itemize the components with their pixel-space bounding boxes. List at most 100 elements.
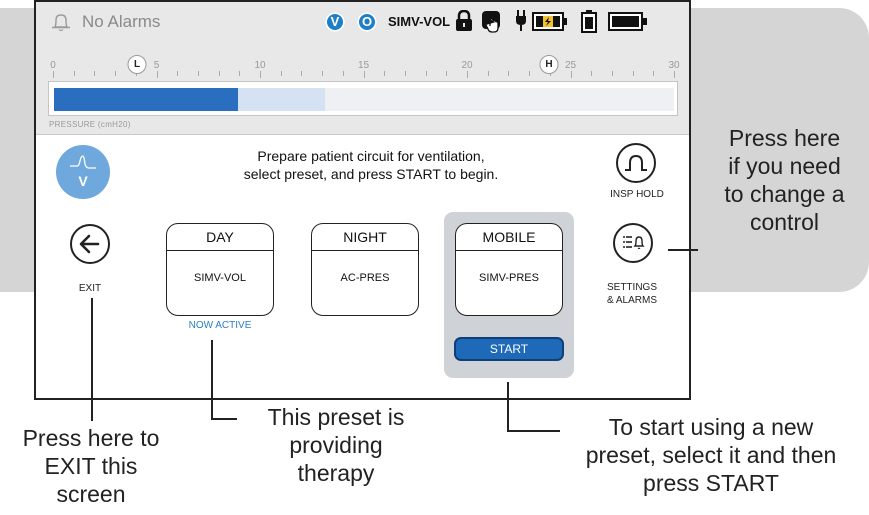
breath-wave-icon: [70, 155, 96, 169]
instruction-text: Prepare patient circuit for ventilation,…: [186, 147, 556, 183]
callout-start-line-1: To start using a new: [608, 414, 814, 440]
lock-icon[interactable]: [455, 10, 473, 32]
callout-active-preset: This preset is providing therapy: [236, 403, 436, 487]
gauge-tick: [425, 71, 427, 76]
settings-alarms-icon: [623, 236, 645, 250]
low-limit-marker[interactable]: L: [127, 55, 147, 74]
callout-exit: Press here to EXIT this screen: [0, 424, 182, 508]
insp-hold-label: INSP HOLD: [610, 189, 664, 200]
gauge-tick-label: 5: [153, 60, 160, 71]
gauge-tick-label: 0: [50, 60, 56, 71]
ventilator-screen: No Alarms V O SIMV-VOL 0 5 10 15 20 25 3…: [34, 0, 691, 400]
gauge-tick: [591, 71, 593, 76]
gauge-tick: [570, 71, 572, 78]
callout-exit-line-1: Press here to: [22, 425, 160, 451]
gauge-tick: [322, 71, 324, 76]
pressure-bar-track: [54, 88, 674, 111]
callout-preset-line-2: providing: [289, 432, 383, 458]
gauge-tick: [239, 71, 241, 76]
preset-night-mode: AC-PRES: [340, 272, 390, 284]
settings-alarms-label: SETTINGS & ALARMS: [592, 281, 672, 307]
callout-start-line-2: preset, select it and then: [585, 442, 837, 468]
gauge-tick-label: 30: [668, 60, 680, 71]
gauge-tick: [653, 71, 655, 76]
preset-night-card[interactable]: NIGHT AC-PRES: [311, 223, 419, 316]
plug-icon: [516, 10, 526, 31]
settings-label-line-1: SETTINGS: [606, 282, 657, 293]
oxygen-badge: O: [357, 12, 377, 32]
callout-line-preset-v: [211, 340, 213, 420]
callout-control-line-1: Press here: [728, 125, 841, 151]
charging-battery-icon: [532, 12, 567, 31]
callout-line-control: [668, 249, 698, 251]
callout-change-control: Press here if you need to change a contr…: [700, 124, 869, 236]
callout-line-start-v: [507, 382, 509, 432]
gauge-tick: [218, 71, 220, 76]
exit-label: EXIT: [78, 283, 102, 294]
callout-line-exit: [91, 298, 93, 421]
gauge-tick: [446, 71, 448, 76]
preset-mobile-card[interactable]: MOBILE SIMV-PRES: [455, 223, 563, 316]
ventilation-indicator: V: [56, 145, 110, 199]
callout-line-preset-h: [211, 418, 237, 420]
callout-control-line-2: if you need: [728, 153, 841, 179]
gauge-tick: [467, 71, 468, 78]
gauge-tick: [632, 71, 634, 76]
touch-screen-icon[interactable]: [481, 10, 505, 34]
callout-control-line-4: control: [749, 209, 820, 235]
high-limit-marker[interactable]: H: [539, 55, 559, 74]
bell-icon: [52, 14, 70, 32]
settings-label-line-2: & ALARMS: [606, 295, 658, 306]
gauge-tick: [508, 71, 510, 76]
gauge-tick: [73, 71, 75, 76]
gauge-tick: [260, 71, 261, 78]
preset-day-card[interactable]: DAY SIMV-VOL: [166, 223, 274, 316]
gauge-tick-label: 20: [461, 60, 473, 71]
preset-night-name: NIGHT: [312, 224, 418, 251]
pressure-bar: [48, 81, 678, 116]
preset-mobile-name: MOBILE: [456, 224, 562, 251]
exit-button[interactable]: [70, 224, 110, 264]
instruction-line-2: select preset, and press START to begin.: [243, 166, 499, 182]
gauge-tick-label: 25: [564, 60, 577, 71]
now-active-label: NOW ACTIVE: [188, 320, 252, 331]
gauge-tick: [529, 71, 531, 76]
alarm-status-text: No Alarms: [82, 12, 161, 31]
gauge-tick: [115, 71, 117, 76]
preset-day-name: DAY: [167, 224, 273, 251]
pressure-range: [237, 88, 325, 111]
current-mode-text: SIMV-VOL: [388, 14, 451, 29]
gauge-tick: [611, 71, 613, 76]
gauge-tick: [404, 71, 406, 76]
instruction-line-1: Prepare patient circuit for ventilation,: [257, 148, 485, 164]
callout-start-line-3: press START: [643, 470, 779, 496]
start-button[interactable]: START: [454, 337, 564, 361]
insp-hold-button[interactable]: [616, 143, 656, 183]
gauge-tick: [487, 71, 489, 76]
pressure-fill: [54, 88, 238, 111]
preset-mobile-mode: SIMV-PRES: [479, 272, 539, 284]
ventilation-indicator-letter: V: [78, 173, 88, 189]
gauge-tick: [156, 71, 158, 78]
callout-exit-line-2: EXIT this: [44, 453, 138, 479]
gauge-tick-label: 10: [254, 60, 266, 71]
settings-alarms-button[interactable]: [613, 223, 653, 263]
gauge-tick: [342, 71, 344, 76]
pressure-gauge: 0 5 10 15 20 25 30 L H PRESSURE (cmH20): [36, 40, 689, 135]
arrow-left-icon: [79, 234, 100, 254]
callout-preset-line-1: This preset is: [267, 404, 405, 430]
ventilation-badge: V: [325, 12, 345, 32]
gauge-label: PRESSURE (cmH20): [49, 120, 131, 129]
internal-battery-icon: [608, 12, 647, 31]
callout-control-line-3: to change a: [724, 181, 845, 207]
callout-start: To start using a new preset, select it a…: [553, 413, 869, 497]
gauge-tick: [280, 71, 282, 76]
gauge-tick: [363, 71, 365, 78]
callout-exit-line-3: screen: [56, 481, 126, 507]
gauge-tick: [177, 71, 179, 76]
gauge-tick-label: 15: [357, 60, 370, 71]
gauge-tick: [94, 71, 96, 76]
gauge-tick: [53, 71, 54, 78]
gauge-tick: [674, 71, 675, 78]
status-bar: No Alarms V O SIMV-VOL: [36, 2, 689, 41]
